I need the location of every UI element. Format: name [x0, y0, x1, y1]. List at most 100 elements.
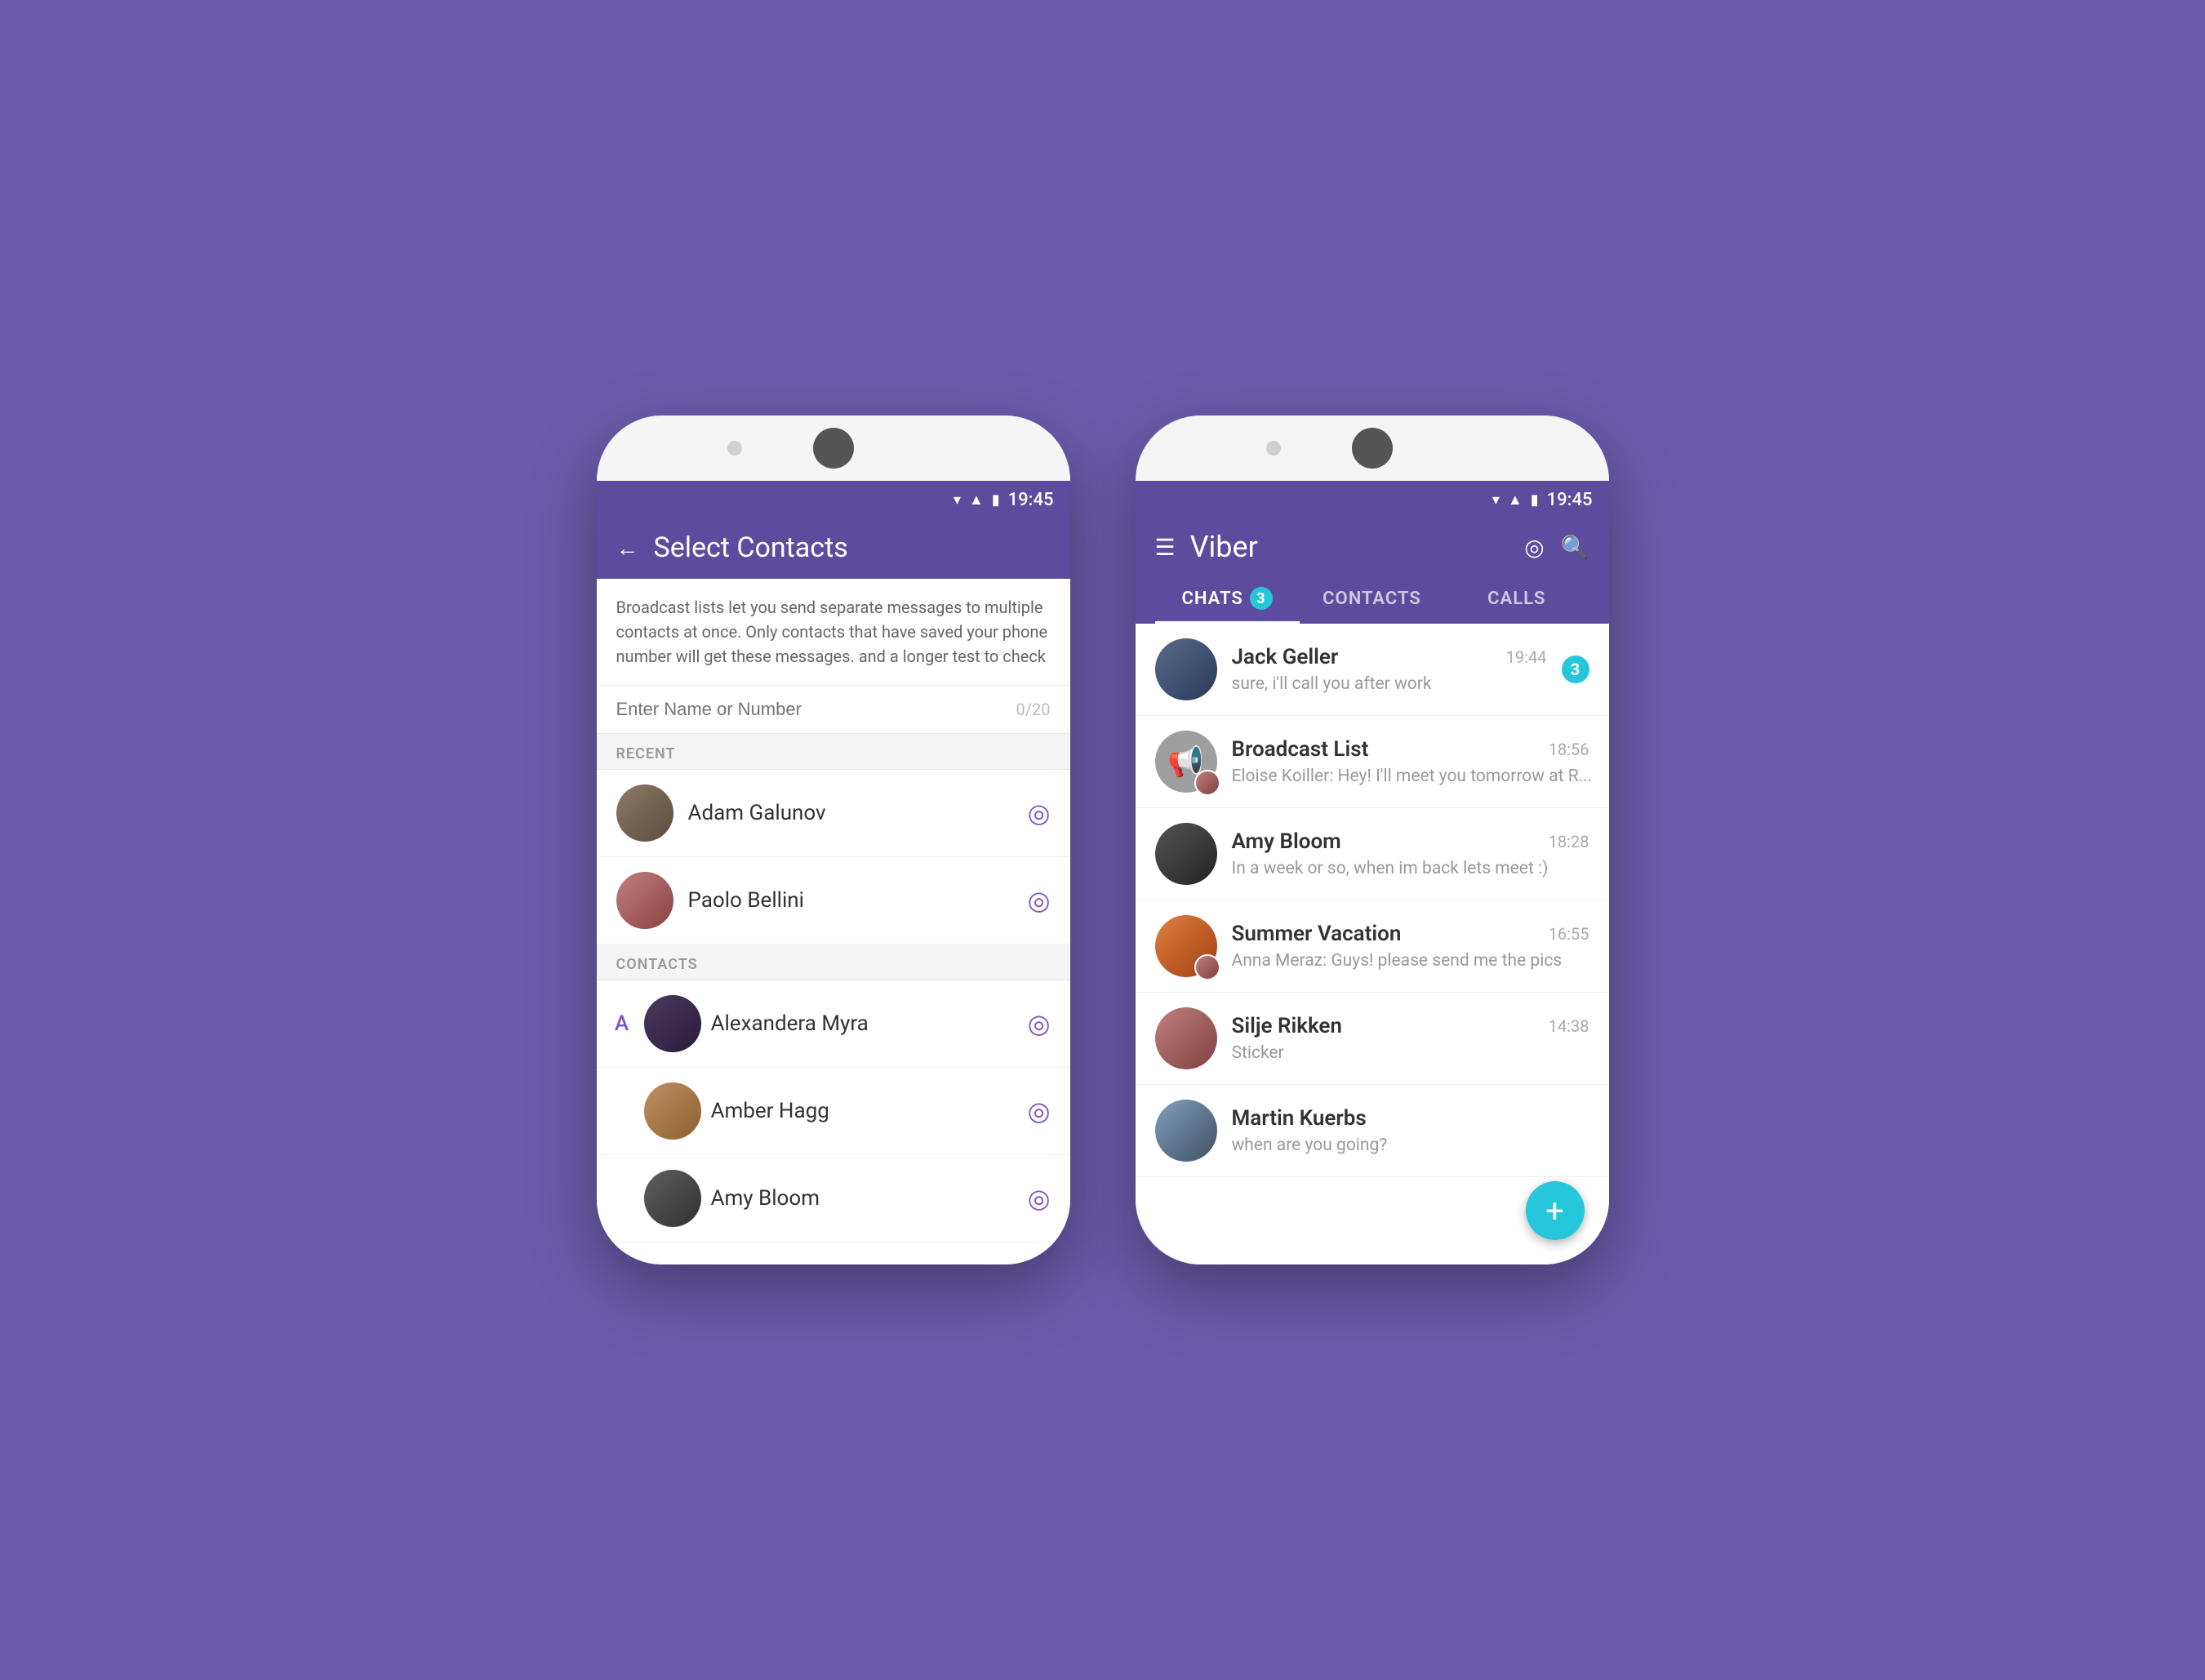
hamburger-menu-icon[interactable]: ☰ [1155, 534, 1176, 561]
back-button[interactable]: ← [616, 535, 639, 562]
tabs-bar: CHATS 3 CONTACTS CALLS [1155, 576, 1589, 624]
status-bar-1: ▾ ▲ ▮ 19:45 [597, 481, 1070, 518]
chat-message-summer: Anna Meraz: Guys! please send me the pic… [1232, 951, 1563, 971]
signal-icon-2: ▲ [1508, 491, 1523, 509]
viber-title: Viber [1190, 530, 1510, 564]
tab-calls-label: CALLS [1487, 589, 1545, 609]
tab-calls[interactable]: CALLS [1444, 576, 1589, 624]
chat-item-amy[interactable]: Amy Bloom 18:28 In a week or so, when im… [1136, 808, 1609, 900]
viber-icon-alex: ◎ [1028, 1008, 1051, 1039]
phone-screen-2: ▾ ▲ ▮ 19:45 ☰ Viber ◎ 🔍 CHATS 3 [1136, 481, 1609, 1264]
chat-content-martin: Martin Kuerbs when are you going? [1232, 1106, 1589, 1155]
status-time-1: 19:45 [1008, 490, 1054, 510]
avatar-summer [1155, 915, 1217, 977]
header-icons: ◎ 🔍 [1524, 534, 1589, 561]
contact-item-alex[interactable]: A Alexandera Myra ◎ [597, 980, 1070, 1068]
index-letter-a: A [610, 1011, 634, 1036]
chat-item-summer[interactable]: Summer Vacation 16:55 Anna Meraz: Guys! … [1136, 900, 1609, 993]
chat-name-broadcast: Broadcast List [1232, 737, 1369, 762]
viber-icon-paolo: ◎ [1028, 885, 1051, 916]
chat-time-broadcast: 18:56 [1549, 740, 1589, 759]
chat-message-amy: In a week or so, when im back lets meet … [1232, 859, 1549, 878]
chat-top-row-summer: Summer Vacation 16:55 [1232, 922, 1589, 946]
viber-header: ☰ Viber ◎ 🔍 CHATS 3 CONTACTS CALLS [1136, 518, 1609, 624]
chat-message-martin: when are you going? [1232, 1136, 1388, 1155]
wifi-icon: ▾ [954, 491, 961, 509]
signal-icon: ▲ [969, 491, 984, 509]
chat-content-summer: Summer Vacation 16:55 Anna Meraz: Guys! … [1232, 922, 1589, 971]
status-time-2: 19:45 [1547, 490, 1593, 510]
chat-item-broadcast[interactable]: 📢 Broadcast List 18:56 Eloise Koiller: H… [1136, 716, 1609, 808]
avatar-jack [1155, 638, 1217, 700]
front-camera-big-2 [1352, 428, 1393, 469]
chat-time-silje: 14:38 [1549, 1016, 1589, 1036]
chat-message-jack: sure, i'll call you after work [1232, 674, 1432, 694]
avatar-adam [616, 784, 674, 842]
chat-content-silje: Silje Rikken 14:38 Sticker [1232, 1014, 1589, 1063]
avatar-silje [1155, 1007, 1217, 1069]
chat-time-amy: 18:28 [1549, 832, 1589, 851]
chat-content-amy: Amy Bloom 18:28 In a week or so, when im… [1232, 829, 1589, 878]
chat-top-row-silje: Silje Rikken 14:38 [1232, 1014, 1589, 1038]
viber-icon-adam: ◎ [1028, 798, 1051, 829]
viber-icon-amber: ◎ [1028, 1096, 1051, 1127]
battery-icon: ▮ [992, 491, 1000, 509]
phone-1: ▾ ▲ ▮ 19:45 ← Select Contacts Broadcast … [597, 416, 1070, 1264]
battery-icon-2: ▮ [1531, 491, 1539, 509]
chat-right-jack: 3 [1562, 656, 1589, 683]
wifi-icon-2: ▾ [1492, 491, 1500, 509]
phone-top-bar-1 [597, 416, 1070, 481]
contact-name-paolo: Paolo Bellini [688, 888, 1013, 913]
avatar-amy [644, 1170, 701, 1227]
chat-name-summer: Summer Vacation [1232, 922, 1402, 946]
avatar-alex [644, 995, 701, 1052]
search-input[interactable] [616, 699, 1016, 720]
chat-name-martin: Martin Kuerbs [1232, 1106, 1367, 1131]
contact-item-amber[interactable]: Amber Hagg ◎ [597, 1068, 1070, 1155]
contact-name-adam: Adam Galunov [688, 801, 1013, 825]
chat-time-summer: 16:55 [1549, 924, 1589, 944]
page-title-1: Select Contacts [654, 531, 1051, 564]
chat-message-silje: Sticker [1232, 1043, 1284, 1063]
contact-name-amy: Amy Bloom [711, 1186, 1018, 1211]
fab-button[interactable]: + [1526, 1181, 1585, 1240]
chat-item-jack[interactable]: Jack Geller 19:44 sure, i'll call you af… [1136, 624, 1609, 716]
tab-contacts-label: CONTACTS [1323, 589, 1421, 609]
broadcast-mini-avatar [1194, 770, 1220, 796]
front-camera-small-2 [1266, 441, 1281, 456]
broadcast-info: Broadcast lists let you send separate me… [597, 579, 1070, 686]
avatar-amy-chat [1155, 823, 1217, 885]
front-camera-small-1 [727, 441, 742, 456]
phone-screen-1: ▾ ▲ ▮ 19:45 ← Select Contacts Broadcast … [597, 481, 1070, 1264]
chat-content-jack: Jack Geller 19:44 sure, i'll call you af… [1232, 645, 1547, 694]
app-header-1: ← Select Contacts [597, 518, 1070, 579]
chat-message-broadcast: Eloise Koiller: Hey! I'll meet you tomor… [1232, 767, 1593, 786]
avatar-amber [644, 1082, 701, 1140]
tab-contacts[interactable]: CONTACTS [1300, 576, 1444, 624]
phone-2: ▾ ▲ ▮ 19:45 ☰ Viber ◎ 🔍 CHATS 3 [1136, 416, 1609, 1264]
viber-header-top: ☰ Viber ◎ 🔍 [1155, 530, 1589, 576]
chat-item-martin[interactable]: Martin Kuerbs when are you going? [1136, 1085, 1609, 1177]
contact-name-amber: Amber Hagg [711, 1099, 1018, 1123]
camera-icon[interactable]: ◎ [1524, 534, 1544, 561]
avatar-martin [1155, 1100, 1217, 1162]
tab-chats-badge: 3 [1250, 587, 1273, 610]
viber-icon-amy: ◎ [1028, 1183, 1051, 1214]
search-wrapper: 0/20 [597, 686, 1070, 734]
contact-item-paolo[interactable]: Paolo Bellini ◎ [597, 857, 1070, 944]
contact-item-adam[interactable]: Adam Galunov ◎ [597, 770, 1070, 857]
chat-top-row-broadcast: Broadcast List 18:56 [1232, 737, 1589, 762]
chat-item-silje[interactable]: Silje Rikken 14:38 Sticker [1136, 993, 1609, 1085]
avatar-paolo [616, 872, 674, 929]
avatar-broadcast: 📢 [1155, 731, 1217, 793]
chat-content-broadcast: Broadcast List 18:56 Eloise Koiller: Hey… [1232, 737, 1589, 786]
summer-mini-avatar [1194, 954, 1220, 980]
tab-chats[interactable]: CHATS 3 [1155, 576, 1300, 624]
contacts-section-header: CONTACTS [597, 944, 1070, 980]
front-camera-big-1 [813, 428, 854, 469]
status-bar-2: ▾ ▲ ▮ 19:45 [1136, 481, 1609, 518]
contact-item-amy[interactable]: Amy Bloom ◎ [597, 1155, 1070, 1242]
phone-top-bar-2 [1136, 416, 1609, 481]
search-icon[interactable]: 🔍 [1561, 534, 1589, 561]
search-count: 0/20 [1016, 700, 1051, 719]
